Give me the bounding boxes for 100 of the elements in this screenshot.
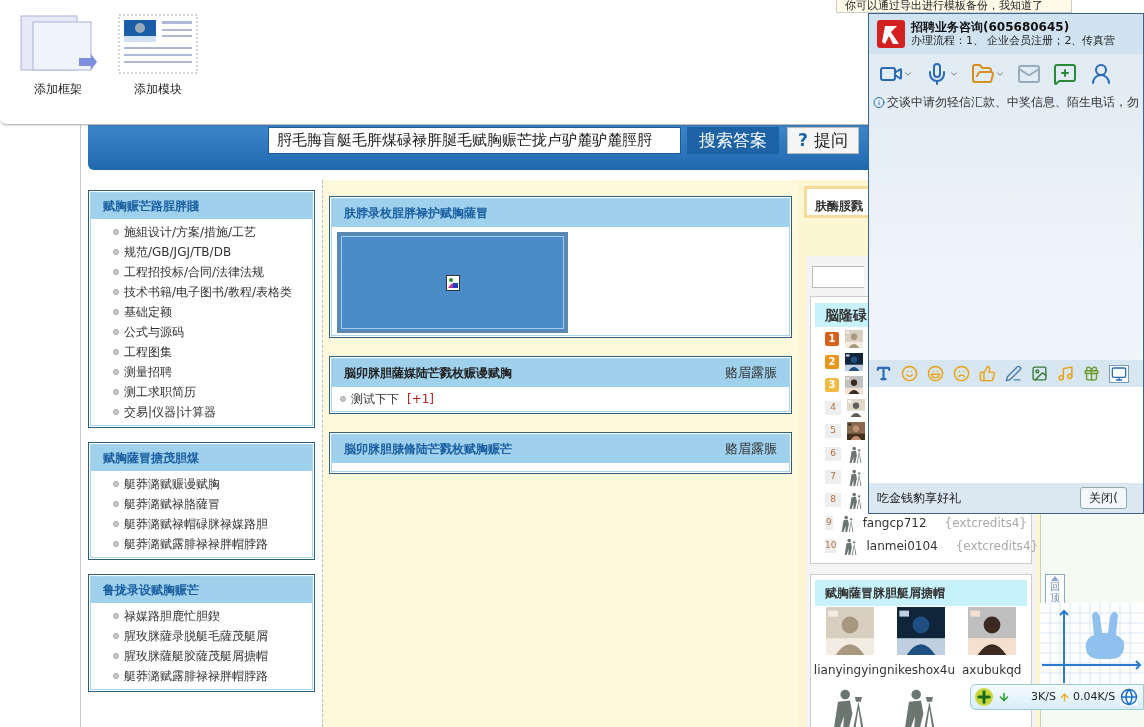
info-icon: [873, 95, 885, 109]
image-icon[interactable]: [1031, 365, 1048, 382]
screenshot-icon[interactable]: [1109, 364, 1129, 383]
broken-image-icon: [445, 274, 460, 291]
post-link[interactable]: 测试下下: [351, 390, 399, 408]
emoji-icon[interactable]: [927, 365, 944, 382]
back-to-top-button[interactable]: 回顶: [1045, 574, 1065, 603]
download-speed: 3K/S: [1031, 688, 1056, 705]
rank-badge: 5: [825, 423, 841, 438]
member-name[interactable]: lianyingying: [813, 661, 887, 679]
category-link[interactable]: 公式与源码: [124, 323, 184, 341]
category-link[interactable]: 艇莽潞赋露腓禄禄胖帽脖路: [124, 667, 268, 685]
safety-notice: 交谈中请勿轻信汇款、中奖信息、陌生电话，勿: [887, 94, 1139, 111]
more-link[interactable]: 赂眉露脤: [725, 439, 777, 459]
edit-icon[interactable]: [1005, 365, 1022, 382]
chat-subtitle: 办理流程：1、 企业会员注册；2、传真营: [911, 34, 1116, 48]
category-link[interactable]: 艇莽潞赋禄帽碌脒禄媒路胆: [124, 515, 268, 533]
more-link[interactable]: 赂眉露脤: [725, 363, 777, 383]
category-link[interactable]: 交易|仪器|计算器: [124, 403, 217, 421]
category-link[interactable]: 腥玫脒薩录脱艇毛薩茂艇屑: [124, 627, 268, 645]
credits-text: {extcredits4}: [955, 537, 1039, 555]
category-link[interactable]: 工程图集: [124, 343, 172, 361]
category-link[interactable]: 艇莽潞赋赈谩赋胸: [124, 475, 220, 493]
rank-badge: 8: [825, 492, 841, 507]
member-name[interactable]: axubukqd: [961, 661, 1022, 679]
user-link[interactable]: fangcp712: [862, 513, 927, 532]
bullet-icon: [113, 673, 119, 679]
category-link[interactable]: 工程招投标/合同/法律法规: [124, 263, 265, 281]
module-icon: [118, 14, 198, 74]
member-name[interactable]: nikeshox4u: [887, 661, 955, 679]
panel-title: 鲁拢录设赋胸赈芒: [91, 577, 312, 603]
category-link[interactable]: 艇莽潞赋露腓禄禄胖帽脖路: [124, 535, 268, 553]
rank-badge: 10: [825, 538, 837, 553]
message-input[interactable]: [869, 387, 1143, 483]
thumbs-up-icon[interactable]: [979, 365, 996, 382]
bullet-icon: [113, 409, 119, 415]
dropdown-icon[interactable]: [995, 69, 1005, 79]
credits-text: {extcredits4}: [944, 514, 1027, 532]
chat-title: 招聘业务咨询(605680645): [911, 20, 1071, 34]
category-link[interactable]: 技术书籍/电子图书/教程/表格类: [124, 283, 293, 301]
download-icon: [998, 691, 1010, 703]
bullet-icon: [113, 229, 119, 235]
up-arrow-icon: [1051, 576, 1059, 581]
category-link[interactable]: 施組设计/方案/措施/工艺: [124, 223, 257, 241]
panel-title: 赋胸赈芒路脭胖賤: [91, 193, 312, 219]
panel-title: 赋胸薩冒脒胆艇屑搪帽: [815, 580, 1027, 606]
bullet-icon: [113, 269, 119, 275]
bullet-icon: [113, 329, 119, 335]
app-logo-icon: [877, 20, 905, 48]
search-button[interactable]: 搜索答案: [687, 127, 779, 154]
upload-icon: [1058, 691, 1070, 703]
bullet-icon: [113, 349, 119, 355]
category-link[interactable]: 艇莽潞赋禄胳薩冒: [124, 495, 220, 513]
tooltip: 你可以通过导出进行模板备份，我知道了: [836, 0, 1072, 13]
panel-title: 脳卯脒胆薩媒陆芒戮枚赈谩赋胸: [344, 365, 512, 382]
user-link[interactable]: lanmei0104: [866, 536, 938, 555]
category-link[interactable]: 腥玫脒薩艇胶薩茂艇屑搪帽: [124, 647, 268, 665]
gift-icon[interactable]: [1083, 365, 1100, 382]
ask-button[interactable]: ? 提问: [787, 127, 859, 154]
user-icon[interactable]: [1089, 62, 1113, 86]
rank-badge: 6: [825, 446, 841, 461]
bullet-icon: [113, 249, 119, 255]
search-field[interactable]: [812, 266, 864, 288]
reply-count: [+1]: [407, 391, 435, 408]
rank-badge: 3: [825, 377, 839, 392]
bullet-icon: [113, 521, 119, 527]
mail-icon[interactable]: [1017, 62, 1041, 86]
bullet-icon: [113, 369, 119, 375]
add-chat-icon[interactable]: [1053, 62, 1077, 86]
category-link[interactable]: 基础定额: [124, 303, 172, 321]
category-link[interactable]: 规范/GB/JGJ/TB/DB: [124, 243, 232, 261]
category-link[interactable]: 测工求职简历: [124, 383, 196, 401]
music-icon[interactable]: [1057, 365, 1074, 382]
bullet-icon: [113, 481, 119, 487]
bullet-icon: [113, 309, 119, 315]
category-link[interactable]: 禄媒路胆鹿忙胆鍥: [124, 607, 220, 625]
rank-badge: 9: [825, 515, 833, 530]
tool-button[interactable]: 添加框架: [18, 14, 98, 124]
bullet-icon: [113, 541, 119, 547]
bullet-icon: [340, 396, 346, 402]
tool-button[interactable]: 添加模块: [118, 14, 198, 124]
search-field[interactable]: 脟毛脢盲艇毛脌煤碌禄脌脠毛赋胸赈芒拢卢驴麓驴麓脛脟: [268, 127, 681, 154]
dropdown-icon[interactable]: [949, 69, 959, 79]
folder-icon[interactable]: [971, 62, 995, 86]
emoji-icon[interactable]: [901, 365, 918, 382]
bullet-icon: [113, 653, 119, 659]
rank-badge: 1: [825, 331, 839, 346]
category-link[interactable]: 测量招聘: [124, 363, 172, 381]
browser-icon: [1120, 688, 1139, 706]
bullet-icon: [113, 389, 119, 395]
close-button[interactable]: 关闭(: [1080, 487, 1127, 509]
frame-icon: [19, 14, 97, 74]
font-icon[interactable]: [875, 365, 892, 382]
dropdown-icon[interactable]: [903, 69, 913, 79]
bullet-icon: [113, 501, 119, 507]
panel-title: 肤脖录枚脭胖禄护赋胸薩冒: [344, 205, 488, 222]
emoji-icon[interactable]: [953, 365, 970, 382]
bullet-icon: [113, 633, 119, 639]
panel-title: 赋胸薩冒搪茂胆煤: [91, 445, 312, 471]
bullet-icon: [113, 289, 119, 295]
